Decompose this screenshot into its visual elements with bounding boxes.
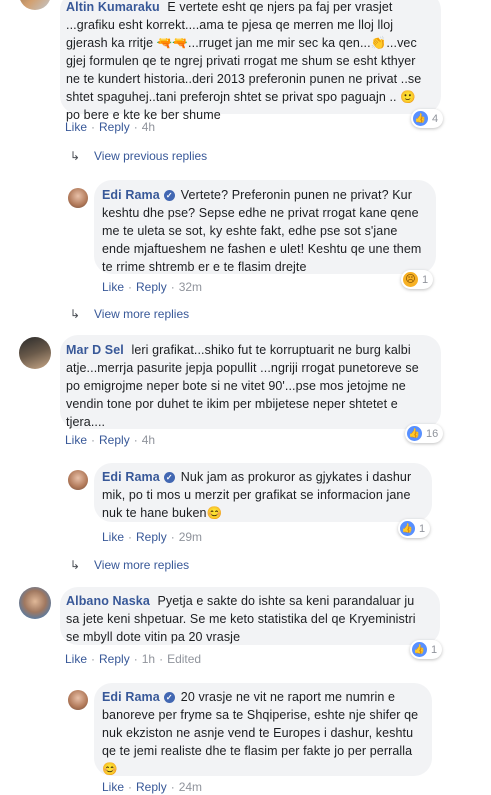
reply-bubble: Edi Rama ✓ Vertete? Preferonin punen ne pr… [94,180,436,274]
avatar-edi-rama[interactable] [68,188,88,208]
reply-link[interactable]: Reply [136,530,167,544]
reply-link[interactable]: Reply [136,780,167,794]
comment-author[interactable]: Mar D Sel [66,343,124,357]
reply-arrow-icon: ↳ [70,558,81,572]
reply-bubble: Edi Rama ✓ Nuk jam as prokuror as gjykates… [94,463,432,522]
comment-author[interactable]: Albano Naska [66,594,150,608]
reply-link[interactable]: Reply [99,433,130,447]
comment-author[interactable]: Edi Rama [102,470,160,484]
comment-author[interactable]: Edi Rama [102,188,160,202]
like-link[interactable]: Like [65,433,87,447]
view-more-replies-link[interactable]: ↳ View more replies [70,306,189,322]
comment-timestamp[interactable]: 24m [179,780,202,794]
comment-actions: Like · Reply · 4h [65,433,156,447]
comment-actions: Like · Reply · 29m [102,530,203,544]
reaction-count-badge[interactable]: 👍 16 [405,424,444,443]
comment-bubble: Mar D Sel leri grafikat...shiko fut te k… [60,335,441,429]
comment-actions: Like · Reply · 24m [102,780,203,794]
like-reaction-icon: 👍 [413,111,428,126]
reply-link[interactable]: Reply [99,652,130,666]
like-link[interactable]: Like [102,280,124,294]
comment-actions: Like · Reply · 32m [102,280,203,294]
comment-timestamp[interactable]: 29m [179,530,202,544]
reply-bubble: Edi Rama ✓ 20 vrasje ne vit ne raport me n… [94,683,432,776]
reaction-count-badge[interactable]: 👍 4 [411,109,444,128]
reply-arrow-icon: ↳ [70,307,81,321]
view-more-replies-link[interactable]: ↳ View more replies [70,557,189,573]
like-link[interactable]: Like [102,780,124,794]
reaction-count-badge[interactable]: ☹ 1 [401,270,434,289]
comment-timestamp[interactable]: 1h [142,652,155,666]
comment-timestamp[interactable]: 32m [179,280,202,294]
verified-badge-icon: ✓ [163,472,175,483]
reply-link[interactable]: Reply [99,120,130,134]
reply-link[interactable]: Reply [136,280,167,294]
like-link[interactable]: Like [65,652,87,666]
avatar-altin-kumaraku[interactable] [19,0,51,10]
comment-timestamp[interactable]: 4h [142,433,155,447]
comment-author[interactable]: Altin Kumaraku [66,0,160,14]
avatar-edi-rama[interactable] [68,470,88,490]
avatar-albano-naska[interactable] [19,587,51,619]
like-reaction-icon: 👍 [407,426,422,441]
edited-label[interactable]: Edited [167,652,201,666]
reply-arrow-icon: ↳ [70,149,81,163]
like-link[interactable]: Like [102,530,124,544]
comment-text: E vertete esht qe njers pa faj per vrasj… [66,0,422,122]
verified-badge-icon: ✓ [163,190,175,201]
view-previous-replies-link[interactable]: ↳ View previous replies [70,148,207,164]
comment-author[interactable]: Edi Rama [102,690,160,704]
comment-bubble: Albano Naska Pyetja e sakte do ishte sa … [60,587,440,645]
comment-timestamp[interactable]: 4h [142,120,155,134]
comment-actions: Like · Reply · 1h · Edited [65,652,202,666]
verified-badge-icon: ✓ [163,692,175,703]
reaction-count-badge[interactable]: 👍 1 [398,519,431,538]
like-reaction-icon: 👍 [412,642,427,657]
avatar-mar-d-sel[interactable] [19,337,51,369]
avatar-edi-rama[interactable] [68,690,88,710]
reaction-count-badge[interactable]: 👍 1 [410,640,443,659]
comment-actions: Like · Reply · 4h [65,120,156,134]
sad-reaction-icon: ☹ [403,272,418,287]
like-link[interactable]: Like [65,120,87,134]
like-reaction-icon: 👍 [400,521,415,536]
comment-bubble: Altin Kumaraku E vertete esht qe njers p… [60,0,441,122]
